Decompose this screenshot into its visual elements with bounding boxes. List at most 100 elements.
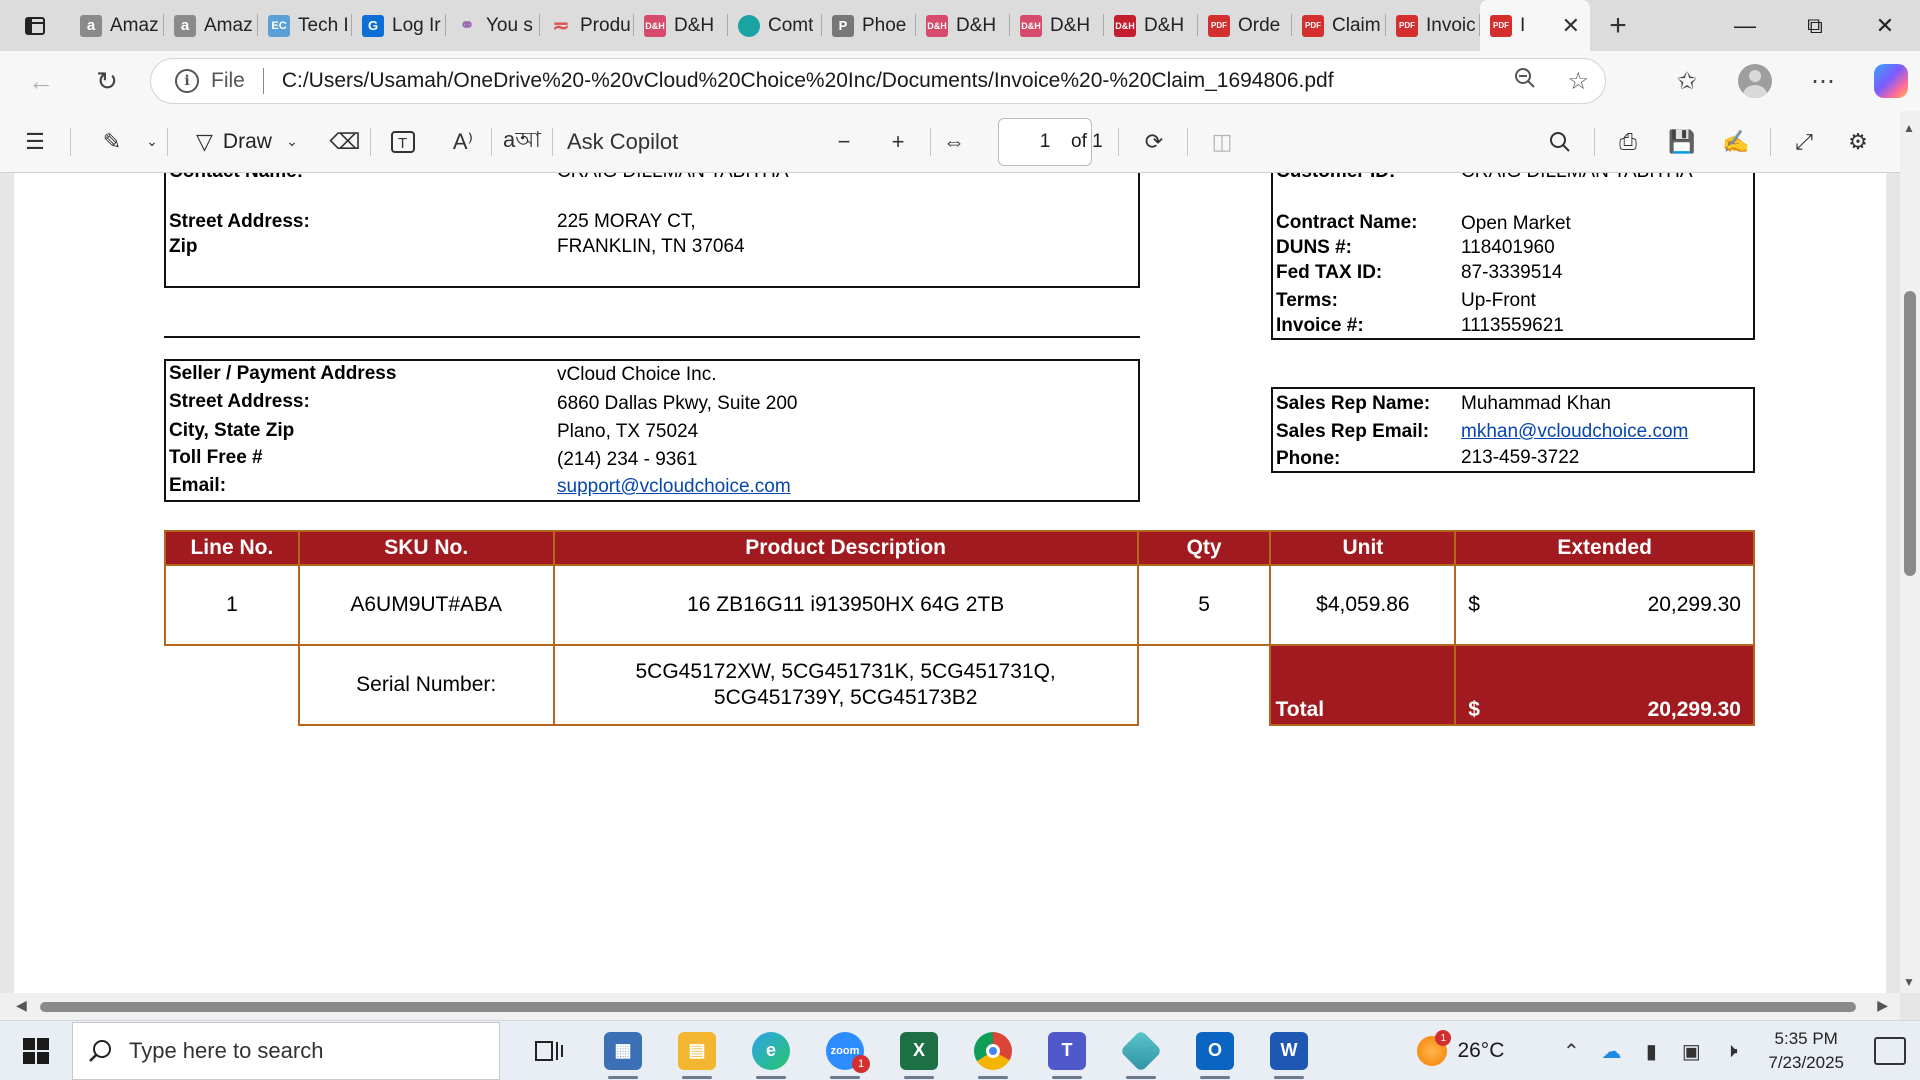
- zoom-in-button[interactable]: +: [880, 120, 916, 164]
- back-button[interactable]: ←: [14, 54, 68, 108]
- zoom-out-icon[interactable]: [1513, 66, 1537, 97]
- excel-icon: X: [900, 1031, 938, 1070]
- pdf-icon: PDF: [1302, 14, 1324, 37]
- clock-time: 5:35 PM: [1774, 1029, 1838, 1048]
- eraser-icon[interactable]: ⌫: [320, 120, 370, 164]
- pdf-toolbar: ☰ ✎ ⌄ ▽ Draw ⌄ ⌫ T A⁾ aআ Ask Copilot − +…: [0, 111, 1920, 173]
- amazon-icon: a: [174, 14, 196, 37]
- address-bar[interactable]: i File C:/Users/Usamah/OneDrive%20-%20vC…: [150, 58, 1606, 104]
- search-icon[interactable]: [1542, 120, 1578, 164]
- fullscreen-icon[interactable]: ⤢: [1786, 120, 1822, 164]
- rotate-icon[interactable]: ⟳: [1136, 120, 1172, 164]
- scroll-up-icon[interactable]: ▲: [1903, 121, 1915, 135]
- zoom-app[interactable]: zoom 1: [808, 1021, 882, 1080]
- outlook-app[interactable]: O: [1178, 1021, 1252, 1080]
- highlight-icon[interactable]: ✎: [87, 120, 137, 164]
- pdf-viewport[interactable]: Contact Name: CRAIG DILLMAN TABITHA Stre…: [0, 173, 1900, 993]
- volume-icon[interactable]: 🕨: [1718, 1040, 1744, 1063]
- total-label-cell: Total: [1269, 644, 1457, 726]
- seller-email-label: Email:: [169, 475, 227, 496]
- clock-date: 7/23/2025: [1768, 1053, 1844, 1072]
- browser-tab[interactable]: a Amaz: [70, 0, 164, 51]
- browser-tab[interactable]: EC Tech I: [258, 0, 352, 51]
- horizontal-scroll-thumb[interactable]: [40, 1002, 1856, 1012]
- highlight-dropdown-icon[interactable]: ⌄: [137, 120, 167, 164]
- close-tab-icon[interactable]: ✕: [1562, 13, 1580, 39]
- start-button[interactable]: [0, 1021, 72, 1080]
- tab-label: Produ: [580, 14, 631, 36]
- minimize-button[interactable]: —: [1710, 0, 1780, 51]
- taskbar-clock[interactable]: 5:35 PM 7/23/2025: [1768, 1027, 1844, 1075]
- tab-label: You s: [486, 14, 533, 36]
- calculator-app[interactable]: ▦: [586, 1021, 660, 1080]
- favorite-star-icon[interactable]: ☆: [1567, 67, 1589, 96]
- teams-app[interactable]: T: [1030, 1021, 1104, 1080]
- excel-app[interactable]: X: [882, 1021, 956, 1080]
- zoom-out-button[interactable]: −: [826, 120, 862, 164]
- new-tab-button[interactable]: +: [1590, 0, 1646, 51]
- draw-dropdown-icon[interactable]: ⌄: [272, 120, 312, 164]
- scroll-right-icon[interactable]: ▶: [1877, 997, 1888, 1014]
- info-icon[interactable]: i: [175, 69, 199, 93]
- refresh-button[interactable]: ↻: [80, 54, 134, 108]
- active-browser-tab[interactable]: PDF I ✕: [1480, 0, 1590, 51]
- tab-label: I: [1520, 14, 1526, 36]
- browser-tab[interactable]: ⚭ You s: [446, 0, 540, 51]
- tab-actions-button[interactable]: [0, 0, 70, 51]
- restore-button[interactable]: ⧉: [1780, 0, 1850, 51]
- browser-tab[interactable]: a Amaz: [164, 0, 258, 51]
- browser-tab[interactable]: D&H D&H: [1104, 0, 1198, 51]
- support-email-link[interactable]: support@vcloudchoice.com: [557, 476, 791, 498]
- text-box-icon[interactable]: T: [371, 120, 435, 164]
- browser-tab[interactable]: Comt: [728, 0, 822, 51]
- horizontal-scrollbar[interactable]: ◀ ▶: [0, 993, 1900, 1020]
- file-explorer-app[interactable]: ▤: [660, 1021, 734, 1080]
- battery-icon[interactable]: ▮: [1638, 1039, 1664, 1064]
- browser-tab[interactable]: PDF Invoic: [1386, 0, 1480, 51]
- browser-tab[interactable]: PDF Claim: [1292, 0, 1386, 51]
- browser-tab[interactable]: P Phoe: [822, 0, 916, 51]
- chrome-app[interactable]: [956, 1021, 1030, 1080]
- browser-tab[interactable]: D&H D&H: [1010, 0, 1104, 51]
- browser-tab[interactable]: D&H D&H: [634, 0, 728, 51]
- network-icon[interactable]: ▣: [1678, 1039, 1704, 1064]
- copilot-button[interactable]: [1864, 54, 1918, 108]
- onedrive-cloud-icon[interactable]: ☁: [1598, 1039, 1624, 1064]
- scroll-down-icon[interactable]: ▼: [1903, 975, 1915, 989]
- notification-center-icon[interactable]: [1874, 1037, 1906, 1065]
- draw-button[interactable]: ▽ Draw: [196, 120, 272, 164]
- read-aloud-icon[interactable]: A⁾: [435, 120, 491, 164]
- task-view-button[interactable]: [512, 1021, 586, 1080]
- extended-amount: 20,299.30: [1647, 593, 1741, 616]
- vertical-scrollbar[interactable]: ▲ ▼: [1900, 111, 1920, 993]
- profile-button[interactable]: [1728, 54, 1782, 108]
- browser-tab[interactable]: D&H D&H: [916, 0, 1010, 51]
- browser-tab[interactable]: PDF Orde: [1198, 0, 1292, 51]
- print-icon[interactable]: ⎙: [1610, 120, 1646, 164]
- column-header: Line No.: [164, 530, 300, 566]
- settings-gear-icon[interactable]: ⚙: [1840, 120, 1876, 164]
- browser-tab[interactable]: G Log Ir: [352, 0, 446, 51]
- two-page-view-icon[interactable]: ◫: [1204, 120, 1240, 164]
- save-icon[interactable]: 💾: [1664, 120, 1700, 164]
- close-window-button[interactable]: ✕: [1850, 0, 1920, 51]
- save-as-icon[interactable]: ✍: [1718, 120, 1754, 164]
- scroll-left-icon[interactable]: ◀: [16, 997, 27, 1014]
- taskbar-search-box[interactable]: Type here to search: [72, 1021, 500, 1080]
- weather-widget[interactable]: 1 26°C: [1417, 1030, 1504, 1066]
- contents-icon[interactable]: ☰: [0, 120, 70, 164]
- translate-icon[interactable]: aআ: [492, 120, 552, 164]
- fit-width-icon[interactable]: ⇔: [936, 120, 972, 164]
- vertical-scroll-thumb[interactable]: [1904, 291, 1916, 576]
- more-menu-icon[interactable]: ⋯: [1796, 54, 1850, 108]
- sales-rep-email-link[interactable]: mkhan@vcloudchoice.com: [1461, 421, 1688, 443]
- edge-app[interactable]: e: [734, 1021, 808, 1080]
- favorites-icon[interactable]: ✩: [1660, 54, 1714, 108]
- browser-tab[interactable]: ≂ Produ: [540, 0, 634, 51]
- pinned-app[interactable]: [1104, 1021, 1178, 1080]
- chevron-up-icon[interactable]: ⌃: [1558, 1039, 1584, 1064]
- dh-icon: D&H: [1020, 14, 1042, 37]
- word-app[interactable]: W: [1252, 1021, 1326, 1080]
- ask-copilot-button[interactable]: Ask Copilot: [567, 120, 678, 164]
- url-text[interactable]: C:/Users/Usamah/OneDrive%20-%20vCloud%20…: [282, 69, 1334, 93]
